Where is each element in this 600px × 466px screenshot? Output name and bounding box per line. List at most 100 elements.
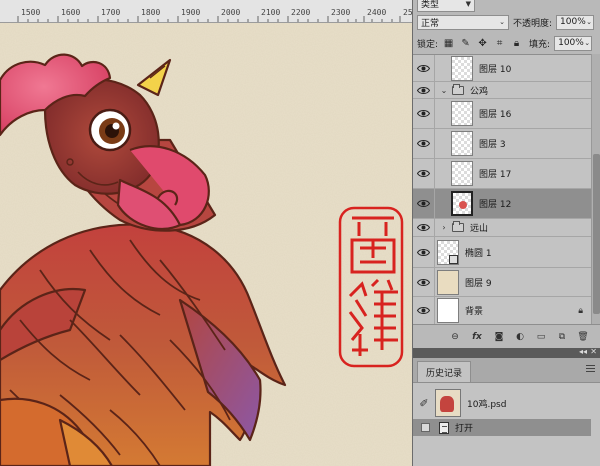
tab-history[interactable]: 历史记录 [417,361,472,382]
new-layer-icon[interactable]: ⧉ [556,331,568,343]
visibility-eye-icon[interactable] [413,237,435,267]
close-icon[interactable]: ✕ [590,347,597,356]
layer-name: 椭圆 1 [465,248,492,259]
ruler-ticks [17,16,401,22]
layer-name: 背景 [465,307,484,317]
fill-field[interactable]: 100% ⌄ [554,35,593,51]
visibility-eye-icon[interactable] [413,55,435,81]
lock-all-icon[interactable]: 🔒︎ [510,37,523,50]
layer-name: 图层 16 [479,110,512,120]
layer-group-row[interactable]: › 远山 [413,219,591,237]
layer-name: 图层 9 [465,278,492,289]
layers-footer: ⊖ fx ◙ ◐ ▭ ⧉ 🗑︎ [413,324,600,348]
adjustment-icon[interactable]: ◐ [514,331,526,343]
history-checkbox[interactable] [421,423,430,432]
panel-menu-icon[interactable] [586,365,595,372]
horizontal-ruler: 1500 1600 1700 1800 1900 2000 2100 2200 … [0,0,412,23]
layer-name: 图层 12 [479,200,512,210]
layer-name: 图层 17 [479,170,512,180]
fill-value: 100% [558,38,584,48]
blend-mode-value: 正常 [421,18,440,29]
fx-icon[interactable]: fx [470,331,484,343]
lock-label: 锁定: [417,39,439,50]
scrollbar-thumb[interactable] [593,154,600,314]
layer-group-row[interactable]: ⌄ 公鸡 [413,82,591,99]
opacity-value: 100% [560,17,586,27]
snapshot-name: 10鸡.psd [467,399,507,410]
lock-transparent-icon[interactable]: ▦ [442,37,455,50]
history-brush-source-icon[interactable]: ✐ [413,397,435,410]
chevron-down-icon: ▼ [465,0,471,8]
opacity-label: 不透明度: [513,18,553,29]
history-tab-label: 历史记录 [426,368,463,379]
collapse-icon[interactable]: ◂◂ [579,347,587,356]
link-icon[interactable]: ⊖ [449,331,461,343]
layer-row[interactable]: 图层 10 [413,55,591,82]
trash-icon[interactable]: 🗑︎ [577,331,589,343]
folder-icon [452,83,464,95]
lock-paint-icon[interactable]: ✎ [459,37,472,50]
layer-thumbnail [451,55,473,81]
layer-thumbnail [451,191,473,216]
history-state-row[interactable]: 打开 [413,419,591,436]
visibility-eye-icon[interactable] [413,268,435,296]
lock-row: 锁定: ▦ ✎ ✥ ⌗ 🔒︎ 填充: 100% ⌄ [413,33,600,53]
layer-row[interactable]: 背景 🔒︎ [413,297,591,325]
folder-icon [452,221,464,232]
layer-thumbnail [451,161,473,186]
visibility-eye-icon[interactable] [413,82,435,98]
blend-mode-dropdown[interactable]: 正常 ⌄ [417,14,509,30]
lock-position-icon[interactable]: ✥ [476,37,489,50]
layers-scrollbar[interactable] [591,54,600,324]
chevron-down-icon: ⌄ [586,18,593,26]
chevron-down-icon: ⌄ [499,18,505,26]
layer-row[interactable]: 图层 17 [413,159,591,189]
snapshot-thumbnail [435,389,461,417]
shape-layer-icon [449,254,458,264]
visibility-eye-icon[interactable] [413,219,435,236]
visibility-eye-icon[interactable] [413,99,435,128]
mask-icon[interactable]: ◙ [493,331,505,343]
opacity-field[interactable]: 100% ⌄ [556,14,595,30]
layers-list: 图层 10 ⌄ 公鸡 图层 16 图层 3 图层 17 图层 12 › 远山 椭… [413,54,591,325]
layer-thumbnail [437,298,459,323]
visibility-eye-icon[interactable] [413,159,435,188]
chevron-down-icon: ⌄ [584,39,591,47]
rooster-thumbnail-icon [459,201,467,209]
history-snapshot[interactable]: ✐ 10鸡.psd [413,387,600,419]
layer-name: 图层 10 [479,64,512,75]
layer-row-selected[interactable]: 图层 12 [413,189,591,219]
history-state-name: 打开 [455,424,474,434]
history-list: ✐ 10鸡.psd 打开 [413,382,600,466]
fill-label: 填充: [529,39,551,50]
layer-thumbnail [451,131,473,156]
layer-thumbnail [451,101,473,126]
layer-name: 公鸡 [470,86,489,97]
kind-filter-dropdown[interactable]: 类型 ▼ [417,0,475,12]
document-icon [439,421,449,434]
visibility-eye-icon[interactable] [413,297,435,324]
layer-thumbnail [437,239,459,265]
document-canvas[interactable]: 1500 1600 1700 1800 1900 2000 2100 2200 … [0,0,412,466]
layer-row[interactable]: 图层 3 [413,129,591,159]
group-icon[interactable]: ▭ [535,331,547,343]
history-panel-header: 历史记录 [413,358,600,382]
panel-divider[interactable]: ◂◂ ✕ [413,347,600,358]
visibility-eye-icon[interactable] [413,129,435,158]
blend-row: 正常 ⌄ 不透明度: 100% ⌄ [413,12,600,32]
kind-filter-value: 类型 [421,0,440,10]
visibility-eye-icon[interactable] [413,189,435,218]
chevron-right-icon[interactable]: › [439,223,449,232]
layer-thumbnail [437,269,459,295]
right-panel-dock: 类型 ▼ 正常 ⌄ 不透明度: 100% ⌄ 锁定: ▦ ✎ ✥ ⌗ 🔒︎ 填充… [412,0,600,466]
lock-icon: 🔒︎ [578,305,583,316]
layer-row[interactable]: 图层 9 [413,268,591,297]
chevron-down-icon[interactable]: ⌄ [439,86,449,95]
layer-row[interactable]: 图层 16 [413,99,591,129]
lock-artboard-icon[interactable]: ⌗ [493,37,506,50]
artwork [0,23,412,466]
layer-name: 图层 3 [479,140,506,150]
layer-name: 远山 [470,224,489,234]
rooster-thumbnail-icon [440,396,454,412]
layer-row[interactable]: 椭圆 1 [413,237,591,268]
